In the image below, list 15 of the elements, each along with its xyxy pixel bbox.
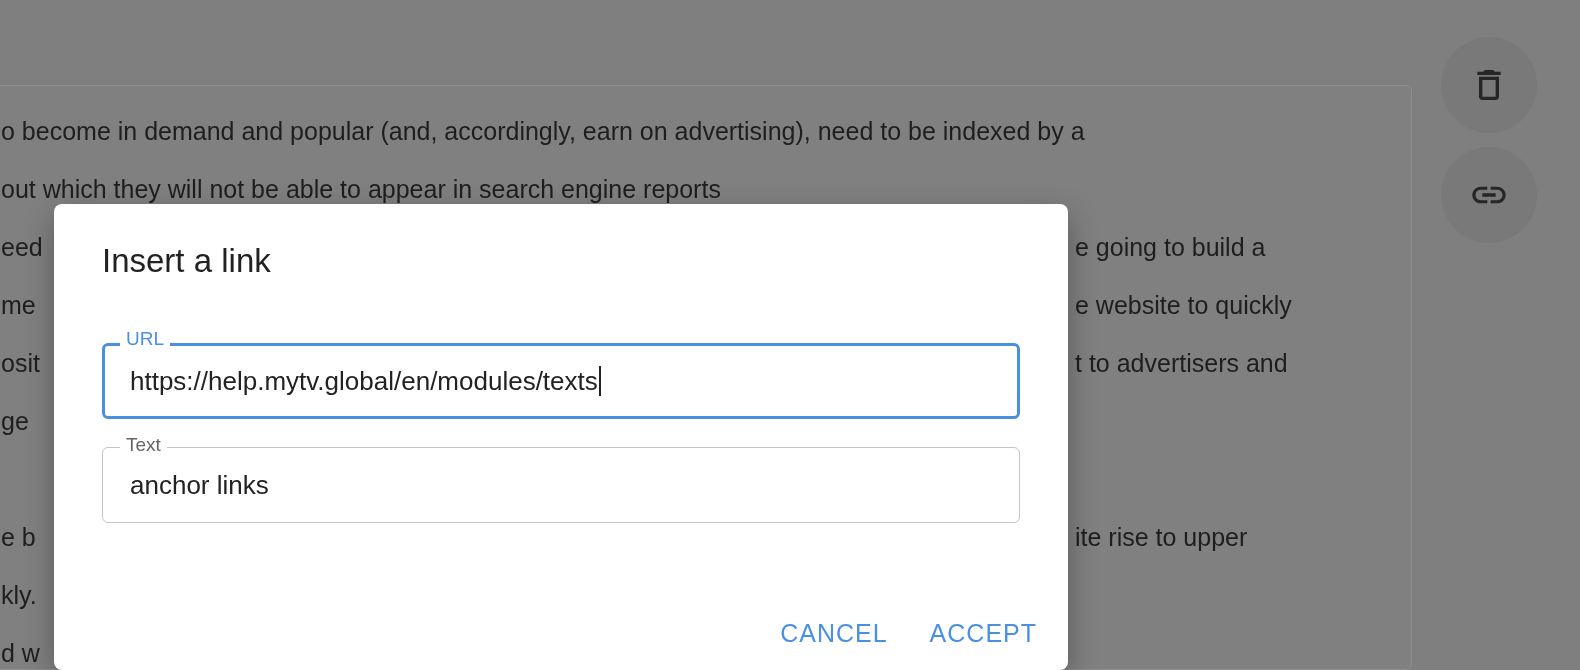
paragraph-text: e b <box>1 522 36 552</box>
paragraph-text: me <box>1 290 36 320</box>
paragraph-text: osit <box>1 348 40 378</box>
paragraph-text: ite rise to upper <box>1075 522 1248 552</box>
paragraph-text: kly. <box>1 580 37 610</box>
paragraph-text: e going to build a <box>1075 232 1266 262</box>
paragraph-text: t to advertisers and <box>1075 348 1288 378</box>
paragraph-text: e website to quickly <box>1075 290 1292 320</box>
paragraph-text: o become in demand and popular (and, accordingly, earn on advertising), need to be indexed by a <box>1 116 1085 146</box>
paragraph-text: d w <box>1 638 40 668</box>
paragraph-text: ge <box>1 406 29 436</box>
text-cursor <box>598 366 601 396</box>
paragraph-text: eed <box>1 232 43 262</box>
paragraph-text: out which they will not be able to appear in search engine reports <box>1 174 721 204</box>
dialog-title: Insert a link <box>102 242 271 280</box>
